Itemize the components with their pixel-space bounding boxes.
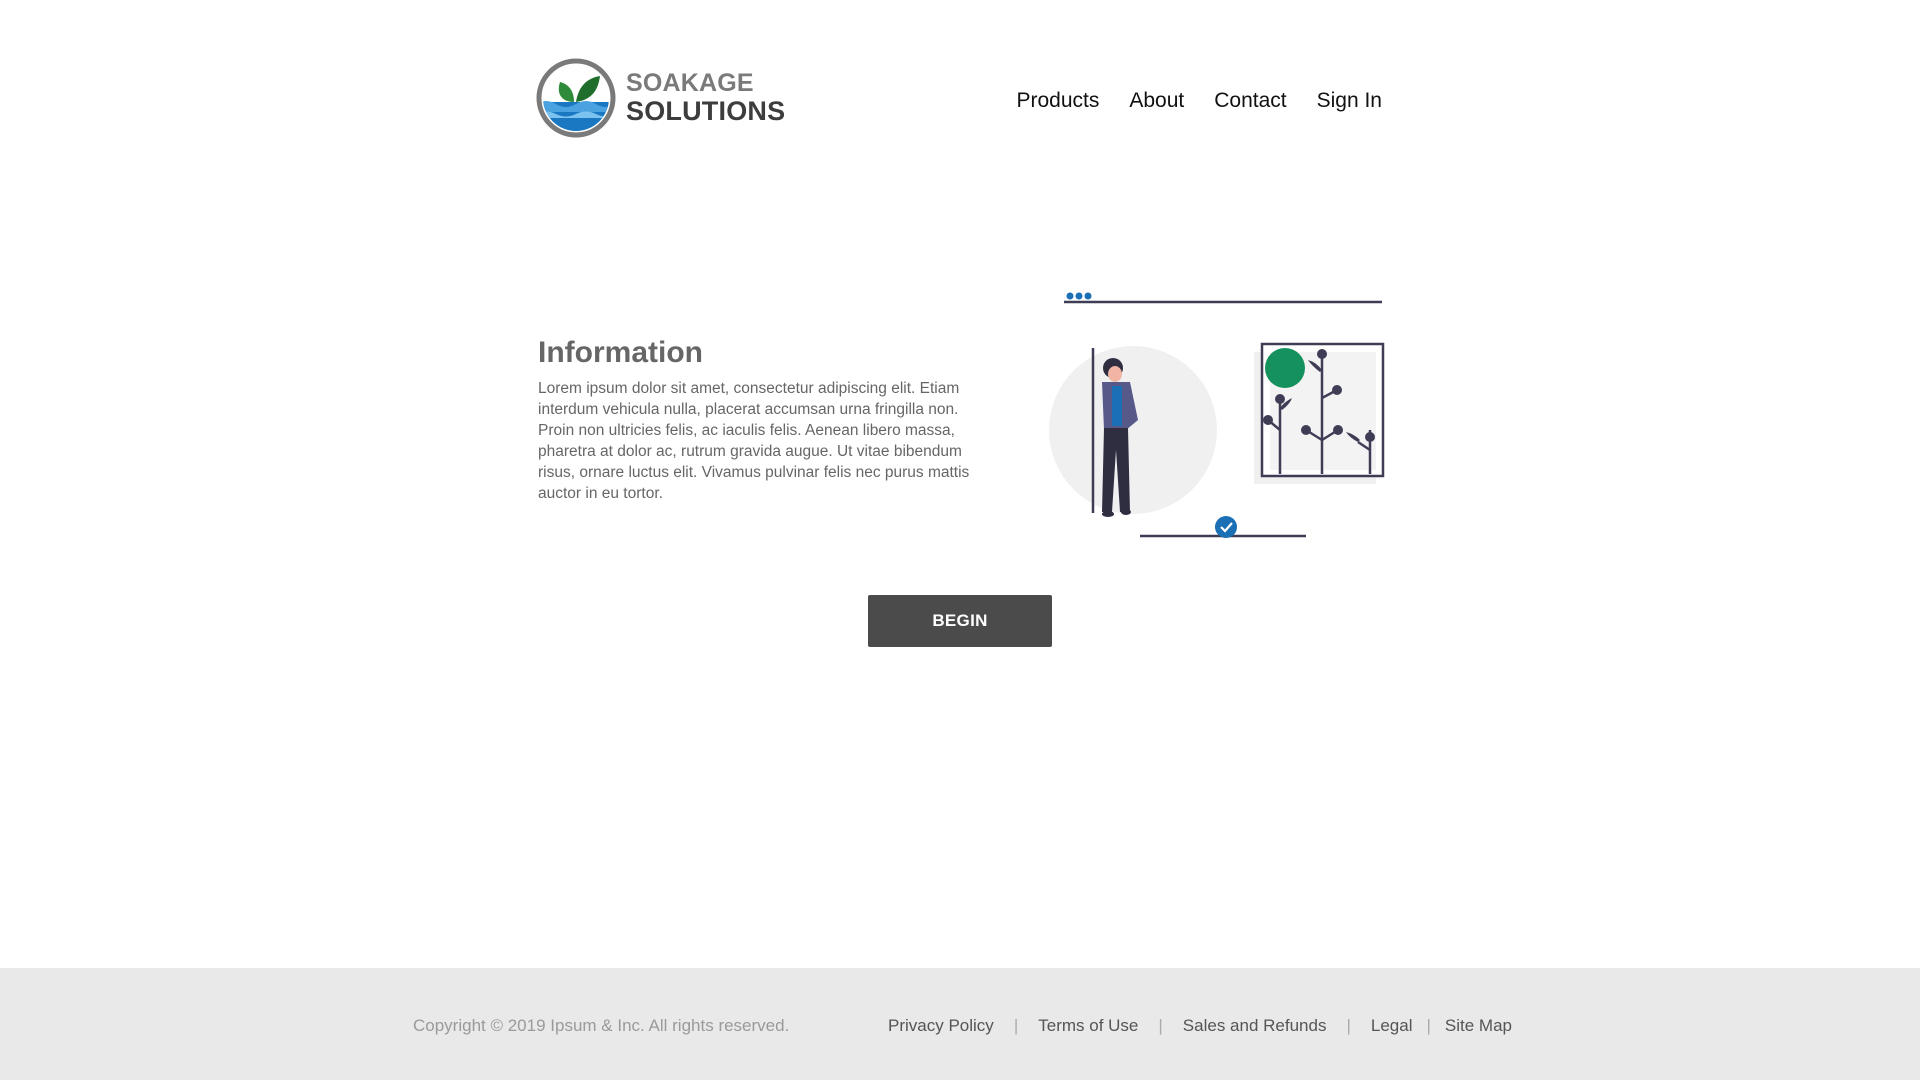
- footer-separator: |: [1426, 1016, 1431, 1035]
- footer-link-site-map[interactable]: Site Map: [1445, 1016, 1512, 1036]
- leaf-water-logo-icon: [536, 58, 616, 138]
- information-body: Lorem ipsum dolor sit amet, consectetur …: [538, 380, 970, 502]
- footer-link-legal[interactable]: Legal: [1371, 1016, 1413, 1036]
- footer-link-sales-and-refunds[interactable]: Sales and Refunds: [1183, 1016, 1327, 1036]
- brand-name-line1: SOAKAGE: [626, 69, 754, 97]
- nav-sign-in[interactable]: Sign In: [1317, 89, 1382, 113]
- footer-separator: |: [1346, 1016, 1351, 1035]
- information-section: Information Lorem ipsum dolor sit amet, …: [538, 334, 988, 504]
- nav-products[interactable]: Products: [1016, 89, 1099, 113]
- footer-separator: |: [1158, 1016, 1163, 1035]
- footer: Copyright © 2019 Ipsum & Inc. All rights…: [0, 968, 1920, 1080]
- information-title: Information: [538, 336, 703, 369]
- main-nav: Products About Contact Sign In: [1016, 89, 1382, 113]
- nav-contact[interactable]: Contact: [1214, 89, 1286, 113]
- footer-link-privacy-policy[interactable]: Privacy Policy: [888, 1016, 994, 1036]
- person-leaning-with-plant-frame-icon: [1049, 292, 1385, 538]
- begin-button[interactable]: BEGIN: [868, 595, 1052, 647]
- footer-link-terms-of-use[interactable]: Terms of Use: [1038, 1016, 1138, 1036]
- footer-links: Privacy Policy | Terms of Use | Sales an…: [888, 1016, 1512, 1036]
- nav-about[interactable]: About: [1129, 89, 1184, 113]
- brand-name-line2: SOLUTIONS: [626, 96, 786, 126]
- copyright-text: Copyright © 2019 Ipsum & Inc. All rights…: [413, 1016, 790, 1035]
- footer-separator: |: [1013, 1016, 1019, 1035]
- brand-logo[interactable]: SOAKAGE SOLUTIONS: [536, 58, 785, 138]
